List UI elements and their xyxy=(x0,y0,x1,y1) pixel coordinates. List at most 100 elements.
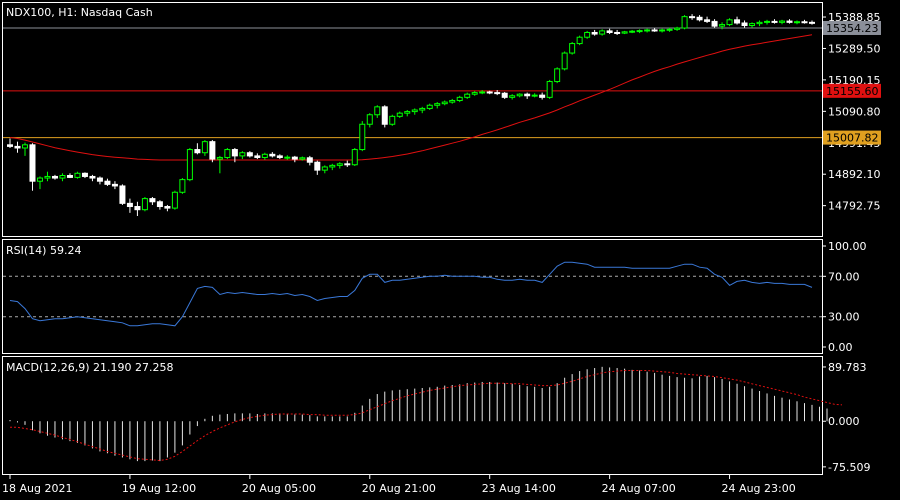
time-tick-label: 23 Aug 14:00 xyxy=(482,482,556,495)
macd-tick-label: 0.000 xyxy=(828,415,860,428)
candle xyxy=(584,30,591,39)
candle xyxy=(614,29,621,36)
candle xyxy=(621,30,628,35)
candle xyxy=(291,155,298,163)
candle xyxy=(119,184,126,205)
candle xyxy=(464,92,471,99)
candle xyxy=(411,108,418,115)
candle xyxy=(269,152,276,158)
candle xyxy=(171,190,178,210)
candle xyxy=(779,19,786,25)
axis-layer: 15388.8515289.5015190.1515090.8014991.45… xyxy=(2,11,881,495)
candle xyxy=(111,181,118,190)
price-level-tag-label: 15155.60 xyxy=(826,85,879,98)
rsi-panel[interactable] xyxy=(2,239,823,354)
candle xyxy=(29,143,36,191)
candle xyxy=(336,162,343,169)
time-tick-label: 24 Aug 07:00 xyxy=(602,482,676,495)
candle xyxy=(74,171,81,179)
time-tick-label: 20 Aug 05:00 xyxy=(242,482,316,495)
candle xyxy=(524,92,531,99)
rsi-tick-label: 70.00 xyxy=(828,270,860,283)
candle xyxy=(7,138,13,148)
candle xyxy=(314,160,321,175)
candle xyxy=(471,91,478,96)
candle xyxy=(591,29,598,36)
candle xyxy=(801,19,808,24)
macd-tick-label: -75.509 xyxy=(828,461,870,474)
candle xyxy=(186,147,193,182)
candle xyxy=(66,173,73,179)
candle xyxy=(89,174,96,182)
candle xyxy=(209,140,216,163)
candle xyxy=(809,20,815,25)
candle xyxy=(284,155,291,160)
candle xyxy=(246,151,253,158)
macd-tick-label: 89.783 xyxy=(828,361,867,374)
price-level-tag-label: 15007.82 xyxy=(826,132,879,145)
candle xyxy=(36,176,43,190)
candle xyxy=(756,20,763,27)
candle xyxy=(644,28,651,33)
candle xyxy=(501,91,508,99)
macd-panel-title: MACD(12,26,9) 21.190 27.258 xyxy=(6,361,174,374)
candle xyxy=(689,14,696,20)
candle xyxy=(81,172,88,179)
candle xyxy=(771,19,778,24)
candle xyxy=(696,15,703,22)
candle xyxy=(629,29,636,34)
time-tick-label: 24 Aug 23:00 xyxy=(722,482,796,495)
candle xyxy=(651,28,658,32)
candle xyxy=(329,163,336,171)
candle xyxy=(539,92,546,100)
candle xyxy=(426,103,433,111)
candle xyxy=(351,147,358,167)
candle xyxy=(404,110,411,117)
candle xyxy=(96,176,103,185)
rsi-tick-label: 0.00 xyxy=(828,341,853,354)
price-series-layer xyxy=(3,14,822,217)
candle xyxy=(359,121,366,152)
candle xyxy=(389,114,396,126)
candle xyxy=(216,155,223,174)
rsi-panel-title: RSI(14) 59.24 xyxy=(6,244,81,257)
candle xyxy=(419,106,426,114)
trading-chart[interactable]: 15388.8515289.5015190.1515090.8014991.45… xyxy=(0,0,900,500)
candle xyxy=(179,178,186,194)
candle xyxy=(434,102,441,109)
price-tick-label: 14792.75 xyxy=(828,200,881,213)
candle xyxy=(554,67,561,84)
candle xyxy=(531,93,538,98)
candle xyxy=(156,200,163,210)
price-tick-label: 15289.50 xyxy=(828,42,881,55)
candle xyxy=(201,140,208,156)
candle xyxy=(224,147,231,160)
candle xyxy=(734,16,741,25)
rsi-series-layer xyxy=(3,261,822,327)
candle xyxy=(576,35,583,46)
time-tick-label: 20 Aug 21:00 xyxy=(362,482,436,495)
candle xyxy=(366,113,373,128)
candle xyxy=(396,111,403,118)
time-tick-label: 18 Aug 2021 xyxy=(2,482,72,495)
candle xyxy=(726,18,733,27)
candle xyxy=(561,51,568,71)
candle xyxy=(374,105,381,118)
candle xyxy=(164,204,171,212)
candle xyxy=(194,143,201,155)
candle xyxy=(749,22,756,28)
candle xyxy=(321,165,328,174)
candle xyxy=(344,160,351,167)
candle xyxy=(681,15,688,30)
macd-signal-line xyxy=(10,370,843,462)
macd-series-layer xyxy=(9,366,843,462)
candle xyxy=(276,154,283,160)
price-panel[interactable] xyxy=(2,2,823,237)
candle xyxy=(636,29,643,34)
candle xyxy=(51,174,58,180)
candle xyxy=(704,16,711,23)
price-panel-title: NDX100, H1: Nasdaq Cash xyxy=(6,6,153,19)
candle xyxy=(711,19,718,28)
candle xyxy=(149,197,156,205)
candle xyxy=(59,173,66,182)
